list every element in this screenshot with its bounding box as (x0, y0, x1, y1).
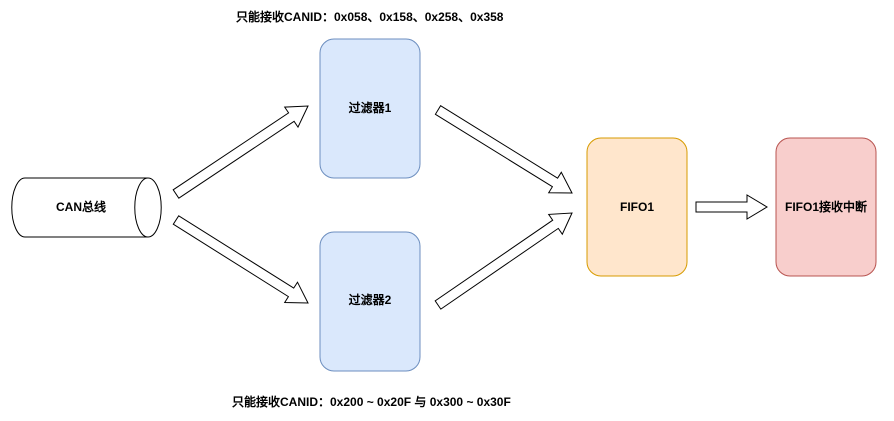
can-bus-label: CAN总线 (56, 199, 106, 214)
arrow-fifo1-to-interrupt (695, 194, 768, 220)
filter1-node: 过滤器1 (319, 38, 421, 179)
filter2-label: 过滤器2 (349, 292, 392, 307)
can-bus-node: CAN总线 (11, 177, 162, 238)
filter1-label: 过滤器1 (349, 100, 392, 115)
arrow-can-to-filter2 (172, 215, 309, 304)
filter2-node: 过滤器2 (319, 231, 421, 372)
fifo1-node: FIFO1 (586, 137, 688, 277)
interrupt-node: FIFO1接收中断 (775, 137, 877, 277)
arrow-filter2-to-fifo1 (434, 212, 573, 310)
arrow-can-to-filter1 (172, 105, 309, 199)
interrupt-label: FIFO1接收中断 (785, 199, 867, 214)
filter2-note: 只能接收CANID：0x200 ~ 0x20F 与 0x300 ~ 0x30F (232, 395, 511, 409)
arrow-filter1-to-fifo1 (434, 105, 573, 194)
can-filter-diagram: CAN总线 过滤器1 过滤器2 FIFO1 FIFO1接收中断 (11, 38, 877, 372)
fifo1-label: FIFO1 (620, 200, 654, 214)
filter1-note: 只能接收CANID：0x058、0x158、0x258、0x358 (236, 10, 504, 24)
diagram-canvas: CAN总线 过滤器1 过滤器2 FIFO1 FIFO1接收中断 只能接收CANI… (0, 0, 894, 421)
